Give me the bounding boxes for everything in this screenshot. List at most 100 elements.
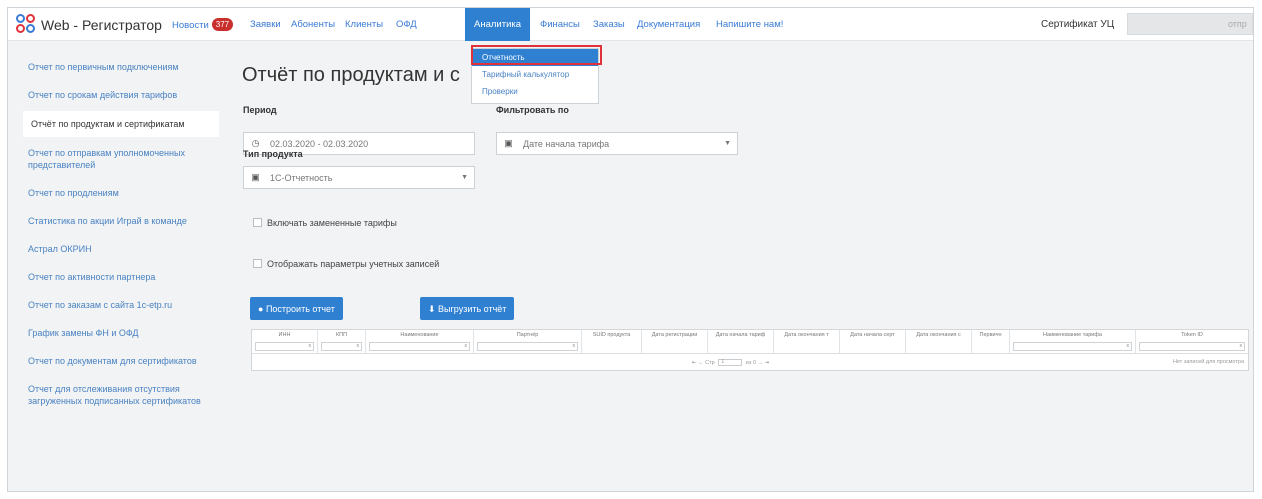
column-header[interactable]: Token ID — [1136, 332, 1248, 338]
column-tariff-end: Дата окончания т — [774, 330, 840, 354]
column-token-id: Token ID x — [1136, 330, 1248, 354]
sidebar-item-representatives[interactable]: Отчет по отправкам уполномоченных предст… — [23, 141, 219, 177]
table-footer: ⇤ ← Стр 1 из 0 → ⇥ Нет записей для просм… — [252, 356, 1248, 370]
column-header[interactable]: Дата окончания с — [906, 332, 971, 338]
nav-finance[interactable]: Финансы — [540, 19, 580, 30]
chevron-down-icon: ▼ — [724, 140, 731, 147]
column-header[interactable]: Наименование тарифа — [1010, 332, 1135, 338]
export-report-button[interactable]: ⬇ Выгрузить отчёт — [420, 297, 515, 320]
include-replaced-checkbox[interactable]: Включать замененные тарифы — [253, 218, 397, 228]
column-cert-end: Дата окончания с — [906, 330, 972, 354]
sidebar-item-certificate-docs[interactable]: Отчет по документам для сертификатов — [23, 349, 219, 373]
column-filter[interactable]: x — [369, 342, 470, 351]
column-header[interactable]: Наименование — [366, 332, 473, 338]
logo-icon[interactable] — [16, 14, 36, 34]
column-header[interactable]: Дата начала тариф — [708, 332, 773, 338]
build-report-button[interactable]: ● Построить отчет — [250, 297, 343, 320]
column-name: Наименование x — [366, 330, 474, 354]
first-page-icon[interactable]: ⇤ ← — [692, 360, 704, 366]
nav-analytics[interactable]: Аналитика — [465, 8, 531, 41]
checkbox-box[interactable] — [253, 218, 262, 227]
news-count-badge: 377 — [211, 18, 234, 31]
column-header[interactable]: Дата начала серт — [840, 332, 905, 338]
sidebar-item-missing-certificates[interactable]: Отчет для отслеживания отсутствия загруж… — [23, 377, 219, 413]
table-header: ИНН x КПП x Наименование x Партнёр x SUID пр… — [252, 330, 1248, 354]
column-header[interactable]: Дата регистрации — [642, 332, 707, 338]
period-label: Период — [243, 105, 277, 115]
column-tariff-name: Наименование тарифа x — [1010, 330, 1136, 354]
column-filter[interactable]: x — [321, 342, 362, 351]
checkbox-box[interactable] — [253, 259, 262, 268]
column-filter[interactable]: x — [1139, 342, 1245, 351]
sidebar-item-primary-connections[interactable]: Отчет по первичным подключениям — [23, 55, 219, 79]
highlight-frame — [471, 45, 602, 65]
clock-icon: ◷ — [251, 138, 260, 148]
page-of: из 0 — [745, 359, 756, 366]
page-input[interactable]: 1 — [718, 359, 743, 366]
circle-icon: ● — [258, 304, 266, 314]
nav-clients[interactable]: Клиенты — [345, 19, 383, 30]
nav-ofd[interactable]: ОФД — [396, 19, 417, 30]
calendar-icon: ▣ — [504, 138, 513, 148]
column-header[interactable]: Первичн — [972, 332, 1009, 338]
column-suid: SUID продукта — [582, 330, 642, 354]
brand-title[interactable]: Web - Регистратор — [41, 17, 162, 33]
sidebar-item-team-promo[interactable]: Статистика по акции Играй в команде — [23, 209, 219, 233]
product-type-select[interactable]: ▣ 1С-Отчетность ▼ — [243, 166, 475, 189]
build-report-label: Построить отчет — [265, 304, 335, 314]
nav-orders[interactable]: Заказы — [593, 19, 625, 30]
page-label: Стр — [705, 359, 715, 366]
download-icon: ⬇ — [428, 304, 439, 314]
calendar-icon: ▣ — [251, 172, 260, 182]
filter-select[interactable]: ▣ Дате начала тарифа ▼ — [496, 132, 738, 155]
column-inn: ИНН x — [252, 330, 318, 354]
column-header[interactable]: Дата окончания т — [774, 332, 839, 338]
column-header[interactable]: КПП — [318, 332, 365, 338]
report-table: ИНН x КПП x Наименование x Партнёр x SUID пр… — [251, 329, 1249, 371]
column-primary: Первичн — [972, 330, 1010, 354]
certificate-label: Сертификат УЦ — [1041, 19, 1115, 30]
column-header[interactable]: Партнёр — [474, 332, 581, 338]
column-header[interactable]: ИНН — [252, 332, 317, 338]
period-value: 02.03.2020 - 02.03.2020 — [270, 139, 369, 149]
sidebar-item-renewals[interactable]: Отчет по продлениям — [23, 181, 219, 205]
menu-item-checks[interactable]: Проверки — [472, 87, 598, 96]
filter-value: Дате начала тарифа — [523, 139, 610, 149]
no-records-text: Нет записей для просмотра — [1172, 359, 1244, 365]
sidebar-item-astral-okrin[interactable]: Астрал ОКРИН — [23, 237, 219, 261]
include-replaced-label: Включать замененные тарифы — [267, 218, 397, 228]
nav-write-us[interactable]: Напишите нам! — [716, 19, 783, 30]
nav-requests[interactable]: Заявки — [250, 19, 281, 30]
export-report-label: Выгрузить отчёт — [438, 304, 507, 314]
certificate-select[interactable]: отпр — [1127, 13, 1253, 35]
sidebar-item-products-certificates[interactable]: Отчёт по продуктам и сертификатам — [23, 111, 219, 137]
chevron-down-icon: ▼ — [461, 174, 468, 181]
nav-news[interactable]: Новости 377 — [172, 18, 234, 32]
nav-documentation[interactable]: Документация — [637, 19, 700, 30]
show-params-checkbox[interactable]: Отображать параметры учетных записей — [253, 259, 439, 269]
sidebar-item-fn-schedule[interactable]: График замены ФН и ОФД — [23, 321, 219, 345]
sidebar-item-partner-activity[interactable]: Отчет по активности партнера — [23, 265, 219, 289]
menu-item-tariff-calculator[interactable]: Тарифный калькулятор — [472, 70, 598, 79]
top-navigation: Web - Регистратор Новости 377 Заявки Абон… — [8, 8, 1253, 41]
column-filter[interactable]: x — [255, 342, 314, 351]
show-params-label: Отображать параметры учетных записей — [267, 259, 440, 269]
filter-label: Фильтровать по — [496, 105, 569, 115]
nav-subscribers[interactable]: Абоненты — [291, 19, 335, 30]
column-filter[interactable]: x — [1013, 342, 1132, 351]
main-content: Отчёт по продуктам и с Период ◷ 02.03.20… — [233, 55, 1253, 491]
report-sidebar: Отчет по первичным подключениям Отчет по… — [23, 55, 219, 417]
column-tariff-start: Дата начала тариф — [708, 330, 774, 354]
app-window: Web - Регистратор Новости 377 Заявки Абон… — [7, 7, 1254, 492]
sidebar-item-tariff-terms[interactable]: Отчет по срокам действия тарифов — [23, 83, 219, 107]
pager: ⇤ ← Стр 1 из 0 → ⇥ — [692, 359, 769, 366]
column-registration-date: Дата регистрации — [642, 330, 708, 354]
page-title: Отчёт по продуктам и с — [242, 64, 460, 86]
column-kpp: КПП x — [318, 330, 366, 354]
sidebar-item-site-orders[interactable]: Отчет по заказам с сайта 1c-etp.ru — [23, 293, 219, 317]
column-filter[interactable]: x — [477, 342, 578, 351]
product-type-value: 1С-Отчетность — [270, 173, 333, 183]
last-page-icon[interactable]: → ⇥ — [758, 360, 770, 366]
column-header[interactable]: SUID продукта — [582, 332, 641, 338]
nav-news-label[interactable]: Новости — [172, 20, 209, 31]
